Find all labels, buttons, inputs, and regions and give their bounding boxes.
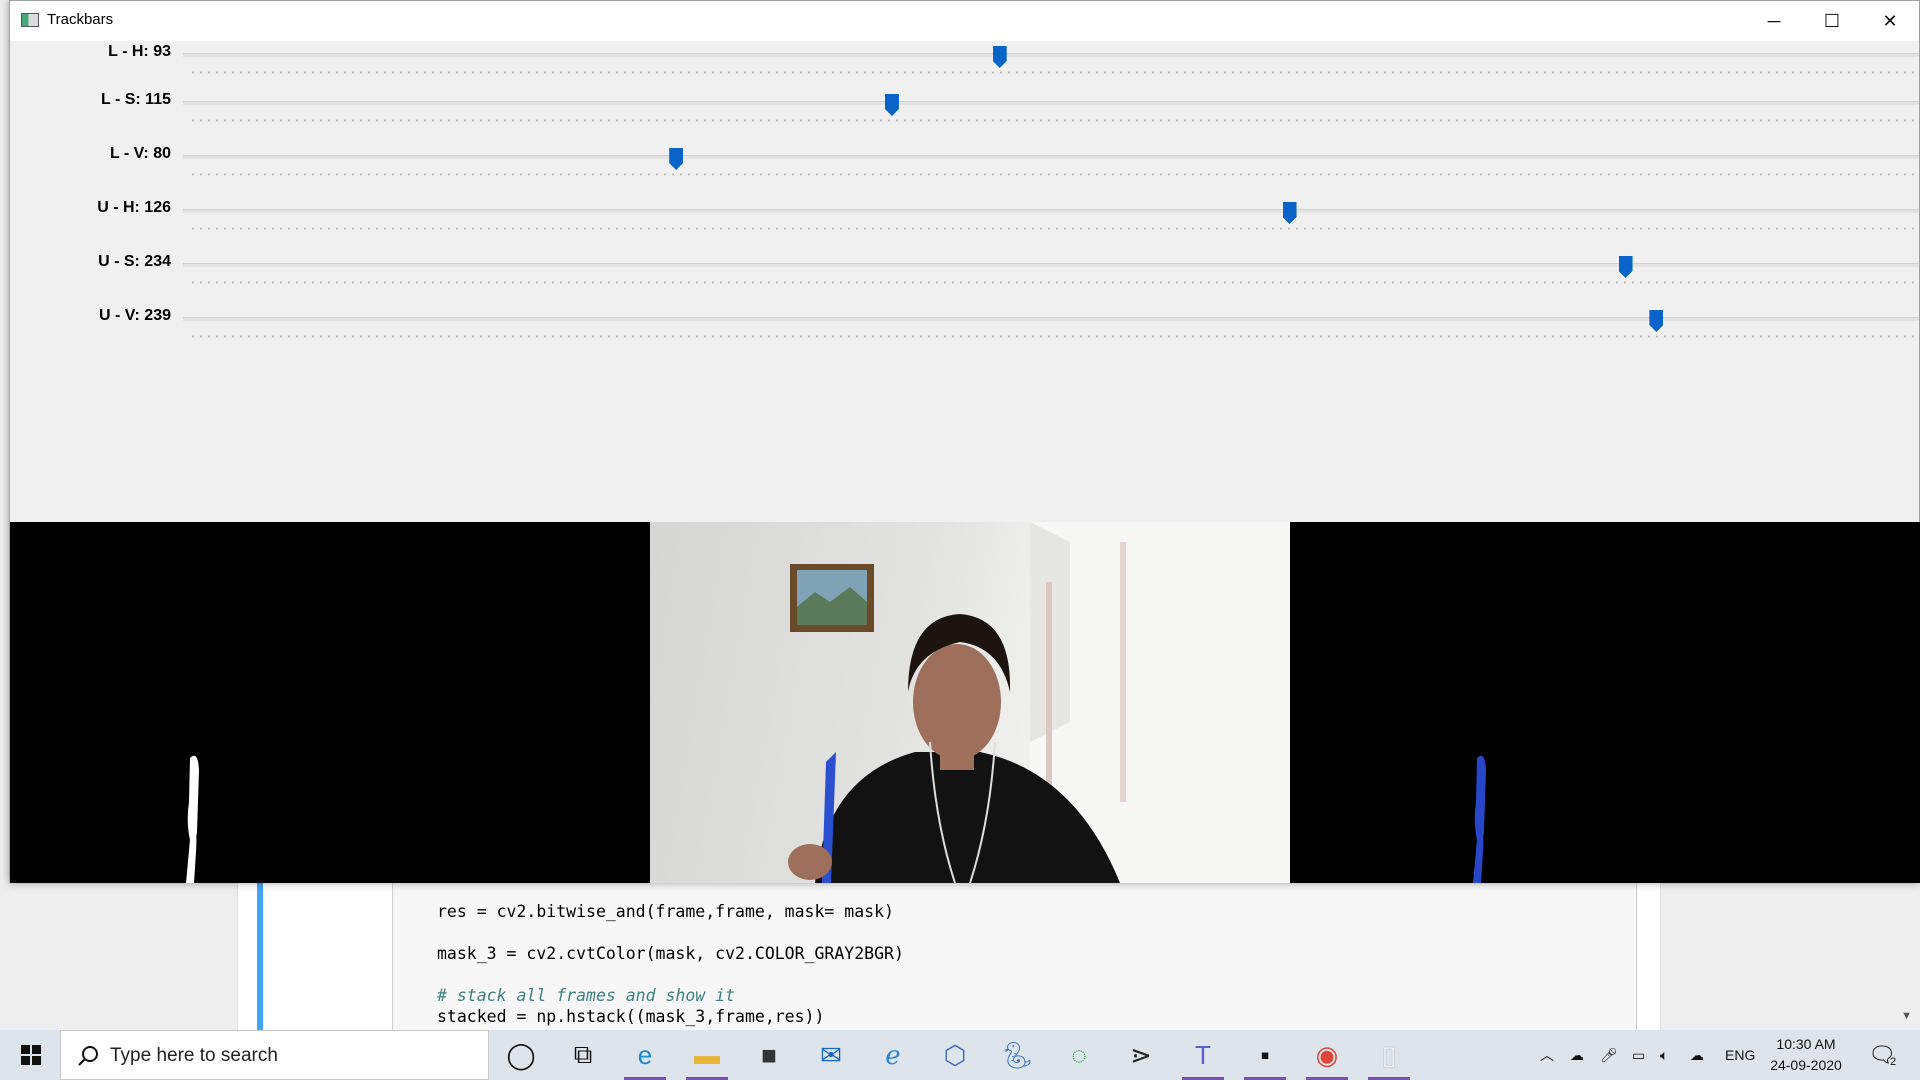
window-title: Trackbars <box>47 11 114 28</box>
onedrive-error-icon[interactable]: ☁ <box>1570 1030 1584 1080</box>
trackbar-track[interactable] <box>183 155 1919 159</box>
python-icon[interactable]: 🐍︎ <box>986 1030 1048 1080</box>
action-center-icon[interactable]: 🗨︎ 2 <box>1868 1030 1896 1080</box>
clock-date: 24-09-2020 <box>1770 1057 1842 1073</box>
title-bar[interactable]: Trackbars ─ ☐ ✕ <box>10 1 1919 41</box>
trackbar-label: L - H: 93 <box>108 43 171 60</box>
trackbar-label: L - V: 80 <box>109 145 171 162</box>
maximize-button[interactable]: ☐ <box>1803 1 1861 41</box>
result-panel <box>1290 522 1920 883</box>
trackbar-thumb[interactable] <box>884 94 899 116</box>
search-placeholder: Type here to search <box>110 1045 278 1066</box>
trackbar-ticks <box>189 119 1919 122</box>
mask-image <box>186 755 199 883</box>
microphone-icon[interactable]: 🎤︎ <box>1600 1030 1618 1080</box>
task-view-icon[interactable]: ⧉ <box>552 1030 614 1080</box>
window-app-icon <box>21 13 39 27</box>
internet-explorer-icon[interactable]: ℯ <box>862 1030 924 1080</box>
terminal-app-icon[interactable]: ⋗ <box>1110 1030 1172 1080</box>
trackbar-label: U - S: 234 <box>98 253 171 270</box>
camera-frame-image <box>788 522 1290 883</box>
code-line-comment: # stack all frames and show it <box>437 986 736 1005</box>
trackbar-row: U - S: 234 <box>10 251 1919 291</box>
trackbar-label: U - H: 126 <box>97 199 171 216</box>
trackbar-thumb[interactable] <box>669 148 684 170</box>
file-explorer-icon[interactable]: ▬ <box>676 1030 738 1080</box>
trackbar-row: U - H: 126 <box>10 197 1919 237</box>
trackbar-ticks <box>189 335 1919 338</box>
trackbar-track[interactable] <box>183 209 1919 213</box>
edge-icon[interactable]: e <box>614 1030 676 1080</box>
clock-time: 10:30 AM <box>1776 1036 1836 1052</box>
trackbar-thumb[interactable] <box>1282 202 1297 224</box>
search-icon <box>78 1046 98 1066</box>
command-prompt-icon[interactable]: ▪ <box>1234 1030 1296 1080</box>
cortana-icon[interactable]: ◯ <box>490 1030 552 1080</box>
trackbar-thumb[interactable] <box>1649 310 1664 332</box>
video-output <box>10 522 1920 883</box>
trackbar-row: U - V: 239 <box>10 305 1919 345</box>
store-icon[interactable]: ■ <box>738 1030 800 1080</box>
trackbar-label: U - V: 239 <box>98 307 171 324</box>
trackbar-track[interactable] <box>183 101 1919 105</box>
taskbar: Type here to search ◯ ⧉ e ▬ ■ ✉ ℯ ⬡ 🐍︎ ◌ ⋗ T ▪ ◉ ▯ ︿ ☁… <box>0 1030 1920 1080</box>
notepad-icon[interactable]: ▯ <box>1358 1030 1420 1080</box>
chrome-icon[interactable]: ◉ <box>1296 1030 1358 1080</box>
trackbar-track[interactable] <box>183 263 1919 267</box>
cell-selection-bar <box>257 880 263 1030</box>
search-box[interactable]: Type here to search <box>60 1030 489 1080</box>
trackbars-window: Trackbars ─ ☐ ✕ L - H: 93 L - S: 115 L - V… <box>9 0 1920 883</box>
close-button[interactable]: ✕ <box>1861 1 1919 41</box>
notification-count: 2 <box>1889 1056 1897 1068</box>
trackbar-ticks <box>189 227 1919 230</box>
show-hidden-icons-icon[interactable]: ︿ <box>1540 1030 1554 1080</box>
trackbar-row: L - V: 80 <box>10 143 1919 183</box>
mail-icon[interactable]: ✉ <box>800 1030 862 1080</box>
language-indicator[interactable]: ENG <box>1725 1030 1755 1080</box>
trackbar-thumb[interactable] <box>992 46 1007 68</box>
trackbar-track[interactable] <box>183 53 1919 57</box>
trackbar-row: L - H: 93 <box>10 41 1919 81</box>
trackbar-label: L - S: 115 <box>101 91 171 108</box>
code-line-2: mask_3 = cv2.cvtColor(mask, cv2.COLOR_GR… <box>437 944 904 963</box>
mask-panel <box>10 522 650 883</box>
cloud-icon[interactable]: ☁ <box>1690 1030 1704 1080</box>
trackbar-ticks <box>189 281 1919 284</box>
code-line-3: stacked = np.hstack((mask_3,frame,res)) <box>437 1007 825 1026</box>
scroll-down-arrow-icon[interactable]: ▼ <box>1901 1010 1912 1022</box>
battery-icon[interactable]: ▭ <box>1632 1030 1645 1080</box>
volume-icon[interactable]: 🔈︎ <box>1660 1030 1668 1080</box>
teams-icon[interactable]: T <box>1172 1030 1234 1080</box>
code-line-1: res = cv2.bitwise_and(frame,frame, mask=… <box>437 902 894 921</box>
minimize-button[interactable]: ─ <box>1745 1 1803 41</box>
windows-logo-icon <box>21 1045 41 1065</box>
trackbar-ticks <box>189 71 1919 74</box>
trackbar-row: L - S: 115 <box>10 89 1919 129</box>
3d-viewer-icon[interactable]: ⬡ <box>924 1030 986 1080</box>
clock[interactable]: 10:30 AM 24-09-2020 <box>1760 1034 1852 1076</box>
start-button[interactable] <box>0 1030 62 1080</box>
app-icon[interactable]: ◌ <box>1048 1030 1110 1080</box>
trackbar-thumb[interactable] <box>1618 256 1633 278</box>
camera-frame-panel <box>650 522 1290 883</box>
result-image <box>1473 755 1486 883</box>
trackbar-ticks <box>189 173 1919 176</box>
